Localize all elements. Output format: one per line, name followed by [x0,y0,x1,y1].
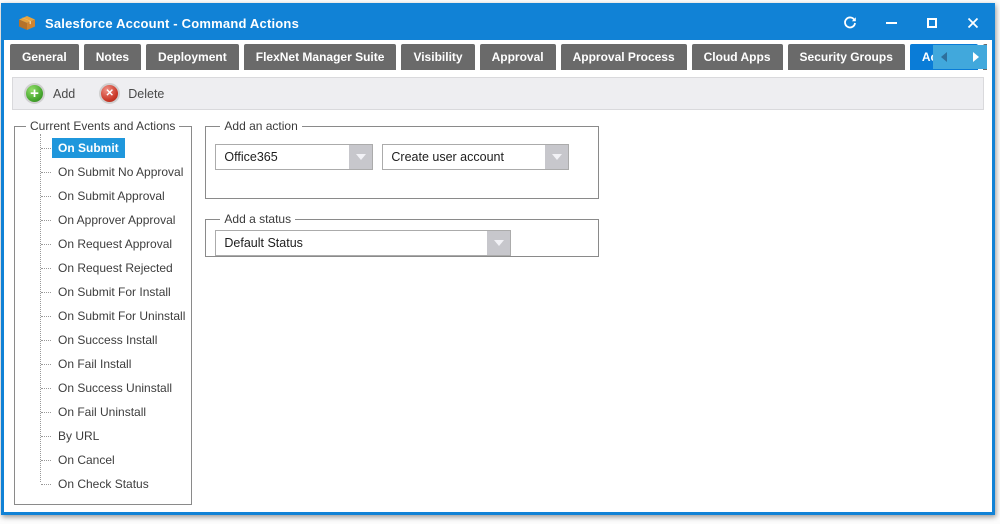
add-button-label: Add [53,87,75,101]
tree-item-label: On Approver Approval [52,210,181,230]
tree-item-on-approver-approval[interactable]: On Approver Approval [21,208,191,232]
add-action-panel: Add an action Office365 Create user acco… [205,119,599,199]
tree-item-label: On Submit For Uninstall [52,306,191,326]
close-icon [967,17,979,29]
tree-item-on-request-approval[interactable]: On Request Approval [21,232,191,256]
tree-item-label: On Submit For Install [52,282,177,302]
tab-scroll-right-icon[interactable] [973,52,979,62]
maximize-icon [927,18,937,28]
tree-item-label: On Submit Approval [52,186,171,206]
tab-strip: General Notes Deployment FlexNet Manager… [10,44,987,70]
right-column: Add an action Office365 Create user acco… [205,119,599,257]
tree-item-on-submit-for-uninstall[interactable]: On Submit For Uninstall [21,304,191,328]
tab-scroll-left-icon[interactable] [941,52,947,62]
tree-item-label: On Success Uninstall [52,378,178,398]
tree-item-label: On Submit No Approval [52,162,189,182]
tree-item-label: On Success Install [52,330,163,350]
tree-item-on-success-uninstall[interactable]: On Success Uninstall [21,376,191,400]
tab-notes[interactable]: Notes [84,44,141,70]
tab-visibility[interactable]: Visibility [401,44,474,70]
minimize-icon [886,22,897,24]
delete-button[interactable]: ✕ Delete [99,83,164,104]
tree-item-label: On Cancel [52,450,121,470]
tree-item-on-submit[interactable]: On Submit [21,136,191,160]
status-dropdown[interactable]: Default Status [215,230,511,256]
close-button[interactable] [966,16,980,30]
tree-item-on-fail-install[interactable]: On Fail Install [21,352,191,376]
tree-item-on-submit-no-approval[interactable]: On Submit No Approval [21,160,191,184]
status-dropdown-value: Default Status [216,231,487,255]
minimize-button[interactable] [884,16,898,30]
tree-item-on-request-rejected[interactable]: On Request Rejected [21,256,191,280]
tab-approval[interactable]: Approval [480,44,556,70]
window-title: Salesforce Account - Command Actions [45,16,299,31]
add-action-panel-title: Add an action [220,119,301,133]
action-dropdown-button[interactable] [545,145,568,169]
tree-item-by-url[interactable]: By URL [21,424,191,448]
tab-flexnet-manager-suite[interactable]: FlexNet Manager Suite [244,44,397,70]
tree-item-label: On Fail Uninstall [52,402,152,422]
events-panel-title: Current Events and Actions [26,119,179,133]
toolbar: + Add ✕ Delete [12,77,984,110]
tree-item-label: On Submit [52,138,125,158]
chevron-down-icon [552,154,562,160]
add-button[interactable]: + Add [24,83,75,104]
package-icon [18,15,36,31]
tree-item-label: On Fail Install [52,354,137,374]
dialog-window: Salesforce Account - Command Actions [1,3,995,515]
tree-item-label: By URL [52,426,105,446]
tree-item-label: On Check Status [52,474,155,494]
chevron-down-icon [494,240,504,246]
tree-item-label: On Request Approval [52,234,178,254]
add-status-panel-title: Add a status [220,212,295,226]
action-dropdown[interactable]: Create user account [382,144,569,170]
status-dropdown-button[interactable] [487,231,510,255]
service-dropdown-button[interactable] [349,145,372,169]
tab-scroller [933,45,987,69]
tree-item-on-cancel[interactable]: On Cancel [21,448,191,472]
tree-item-on-check-status[interactable]: On Check Status [21,472,191,496]
tab-general[interactable]: General [10,44,79,70]
service-dropdown-value: Office365 [216,145,349,169]
tree-item-on-fail-uninstall[interactable]: On Fail Uninstall [21,400,191,424]
maximize-button[interactable] [925,16,939,30]
events-tree: On Submit On Submit No Approval On Submi… [21,136,191,496]
service-dropdown[interactable]: Office365 [215,144,373,170]
chevron-down-icon [356,154,366,160]
content-area: Current Events and Actions On Submit On … [4,110,992,505]
tab-approval-process[interactable]: Approval Process [561,44,687,70]
refresh-icon [843,16,857,30]
tab-cloud-apps[interactable]: Cloud Apps [692,44,783,70]
delete-button-label: Delete [128,87,164,101]
tree-item-label: On Request Rejected [52,258,179,278]
action-dropdown-value: Create user account [383,145,545,169]
screen: Salesforce Account - Command Actions [0,0,1000,524]
tree-item-on-submit-approval[interactable]: On Submit Approval [21,184,191,208]
tree-item-on-success-install[interactable]: On Success Install [21,328,191,352]
tab-security-groups[interactable]: Security Groups [788,44,905,70]
add-plus-icon: + [24,83,45,104]
tab-deployment[interactable]: Deployment [146,44,239,70]
tree-item-on-submit-for-install[interactable]: On Submit For Install [21,280,191,304]
refresh-button[interactable] [843,16,857,30]
delete-x-icon: ✕ [99,83,120,104]
add-status-panel: Add a status Default Status [205,212,599,257]
titlebar: Salesforce Account - Command Actions [4,6,992,40]
events-panel: Current Events and Actions On Submit On … [14,119,192,505]
